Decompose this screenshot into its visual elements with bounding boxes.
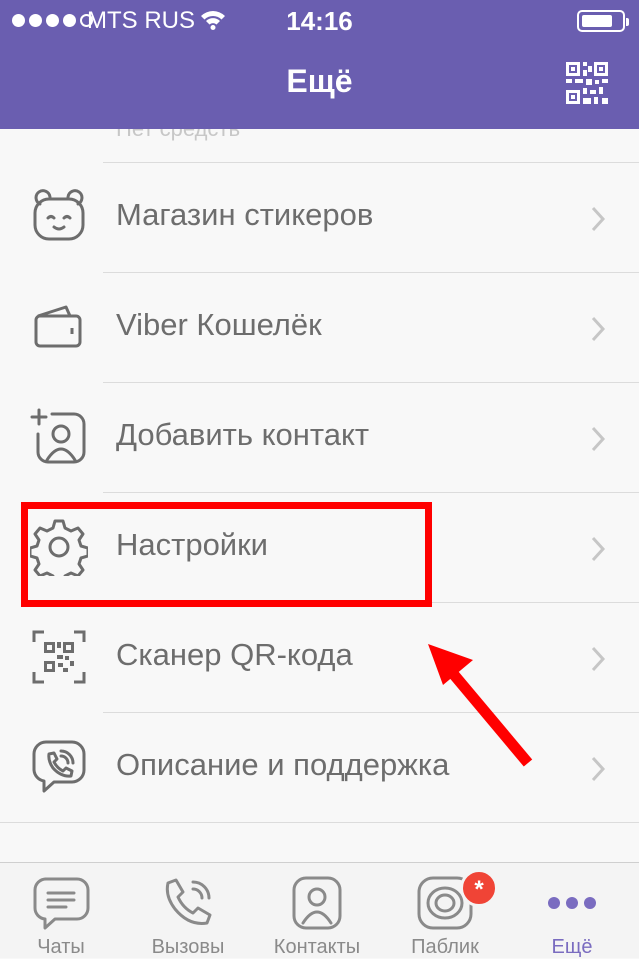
chat-icon [33,877,90,930]
chevron-right-icon [591,646,606,672]
tab-label: Паблик [411,936,479,958]
menu-item-viber-wallet[interactable]: Viber Кошелёк [0,273,639,383]
viber-icon [32,740,86,793]
chevron-right-icon [591,426,606,452]
more-icon [548,897,596,909]
tab-chats[interactable]: Чаты [1,863,121,959]
tab-more[interactable]: Ещё [512,863,632,959]
chevron-right-icon [591,756,606,782]
divider [0,822,639,823]
chevron-right-icon [591,536,606,562]
add-contact-icon [30,408,86,464]
menu-item-label: Viber Кошелёк [116,307,322,342]
page-title: Ещё [286,63,353,99]
sticker-bear-icon [33,189,85,241]
tab-label: Вызовы [151,936,225,958]
pointer-arrow-icon [428,644,533,767]
tab-label: Контакты [273,936,361,958]
tab-label: Ещё [551,936,593,958]
menu-item-label: Добавить контакт [116,417,370,452]
tab-bar: Чаты Вызовы Контакты * Паблик Ещё [0,862,639,958]
menu-item-label: Сканер QR-кода [116,637,353,672]
qr-code-icon[interactable] [566,62,608,104]
qr-scanner-icon [32,630,86,684]
top-bar: MTS RUS 14:16 Ещё [0,0,639,129]
battery-icon [577,10,629,32]
phone-icon [165,878,212,925]
menu-item-add-contact[interactable]: Добавить контакт [0,383,639,493]
settings-highlight-box [21,502,432,607]
menu-item-label: Описание и поддержка [116,747,450,782]
contacts-icon [292,876,342,930]
tab-label: Чаты [37,936,85,958]
menu-item-label: Магазин стикеров [116,197,374,232]
status-time: 14:16 [286,6,353,36]
notification-badge: * [460,869,498,907]
tab-public[interactable]: * Паблик [385,863,505,959]
chevron-right-icon [591,316,606,342]
tab-calls[interactable]: Вызовы [128,863,248,959]
tab-contacts[interactable]: Контакты [257,863,377,959]
status-bar: MTS RUS 14:16 [0,0,639,44]
chevron-right-icon [591,206,606,232]
wallet-balance: Нет средств [116,129,240,142]
menu-item-sticker-store[interactable]: Магазин стикеров [0,163,639,273]
wallet-icon [34,305,82,348]
